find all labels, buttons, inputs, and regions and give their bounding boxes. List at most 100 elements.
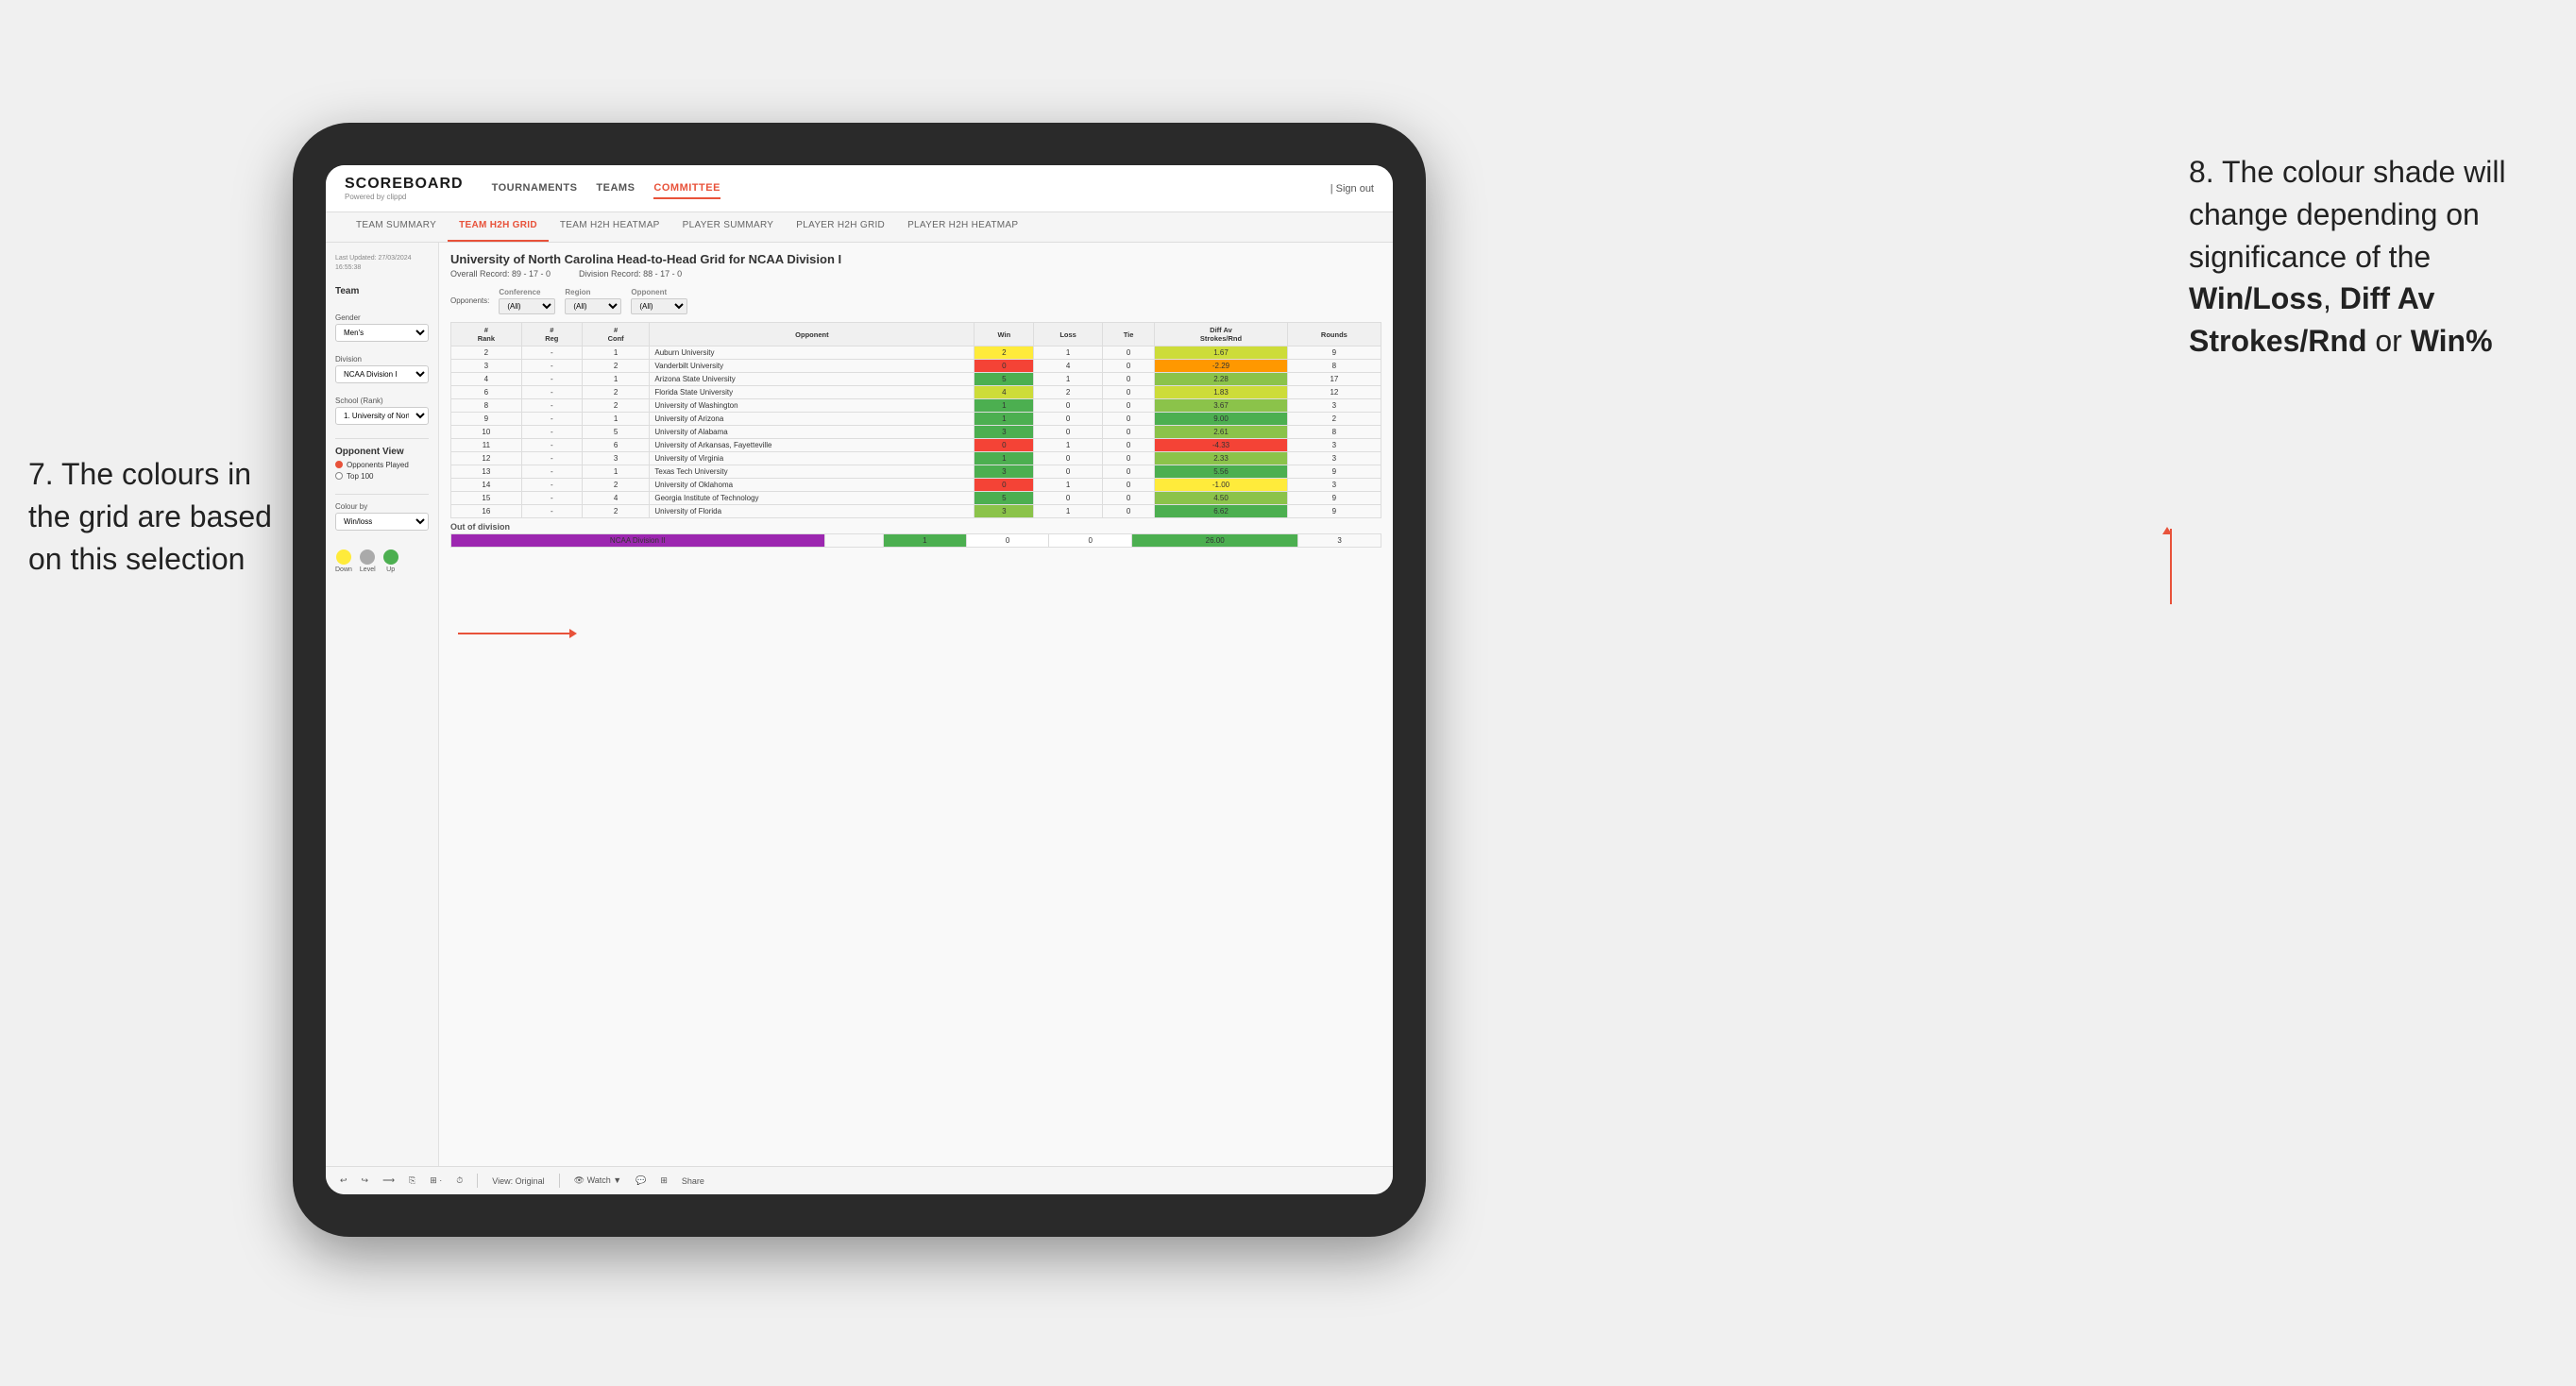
toolbar-share[interactable]: Share (682, 1176, 704, 1186)
table-row: 6 - 2 Florida State University 4 2 0 1.8… (451, 386, 1381, 399)
tab-player-h2h-heatmap[interactable]: PLAYER H2H HEATMAP (896, 212, 1029, 242)
ood-tie: 0 (1049, 534, 1132, 548)
cell-loss: 1 (1034, 479, 1103, 492)
toolbar-separator-2 (559, 1174, 560, 1188)
cell-reg: - (521, 346, 582, 360)
toolbar-comment[interactable]: 💬 (636, 1175, 646, 1186)
radio-opponents-played[interactable]: Opponents Played (335, 461, 429, 469)
nav-items: TOURNAMENTS TEAMS COMMITTEE (492, 178, 1302, 199)
tab-team-h2h-grid[interactable]: TEAM H2H GRID (448, 212, 549, 242)
col-opponent: Opponent (650, 323, 974, 346)
annotation-left: 7. The colours in the grid are based on … (28, 453, 293, 580)
cell-conf: 1 (582, 465, 650, 479)
tab-player-summary[interactable]: PLAYER SUMMARY (671, 212, 786, 242)
cell-team-name: Florida State University (650, 386, 974, 399)
cell-rank: 8 (451, 399, 522, 413)
filter-opponent: Opponent (All) (631, 288, 687, 314)
legend-level-dot (360, 549, 375, 565)
toolbar-grid-icon[interactable]: ⊞ (660, 1175, 668, 1186)
cell-conf: 2 (582, 399, 650, 413)
col-conf: #Conf (582, 323, 650, 346)
cell-reg: - (521, 479, 582, 492)
table-row: 9 - 1 University of Arizona 1 0 0 9.00 2 (451, 413, 1381, 426)
gender-select[interactable]: Men's (335, 324, 429, 342)
cell-win: 3 (974, 426, 1034, 439)
nav-teams[interactable]: TEAMS (596, 178, 635, 199)
region-filter-select[interactable]: (All) (565, 298, 621, 314)
toolbar-forward[interactable]: ⟶ (382, 1175, 395, 1186)
tab-player-h2h-grid[interactable]: PLAYER H2H GRID (785, 212, 896, 242)
conference-filter-select[interactable]: (All) (499, 298, 555, 314)
cell-conf: 5 (582, 426, 650, 439)
cell-loss: 1 (1034, 346, 1103, 360)
opponent-filter-select[interactable]: (All) (631, 298, 687, 314)
cell-tie: 0 (1102, 479, 1154, 492)
tab-team-h2h-heatmap[interactable]: TEAM H2H HEATMAP (549, 212, 671, 242)
col-reg: #Reg (521, 323, 582, 346)
cell-conf: 2 (582, 360, 650, 373)
ood-diff: 26.00 (1132, 534, 1298, 548)
logo-sub: Powered by clippd (345, 193, 406, 201)
cell-tie: 0 (1102, 505, 1154, 518)
cell-loss: 1 (1034, 505, 1103, 518)
cell-win: 1 (974, 452, 1034, 465)
cell-diff: 6.62 (1155, 505, 1288, 518)
logo-area: SCOREBOARD Powered by clippd (345, 176, 464, 201)
school-label: School (Rank) (335, 397, 429, 405)
sub-nav: TEAM SUMMARY TEAM H2H GRID TEAM H2H HEAT… (326, 212, 1393, 243)
cell-team-name: University of Virginia (650, 452, 974, 465)
cell-rank: 3 (451, 360, 522, 373)
cell-reg: - (521, 465, 582, 479)
cell-reg: - (521, 373, 582, 386)
cell-reg: - (521, 399, 582, 413)
cell-win: 3 (974, 505, 1034, 518)
cell-rounds: 3 (1287, 439, 1381, 452)
cell-loss: 2 (1034, 386, 1103, 399)
cell-reg: - (521, 426, 582, 439)
radio-dot-top100 (335, 472, 343, 480)
table-row: 11 - 6 University of Arkansas, Fayettevi… (451, 439, 1381, 452)
data-table: #Rank #Reg #Conf Opponent Win Loss Tie D… (450, 322, 1381, 518)
cell-loss: 0 (1034, 413, 1103, 426)
school-select[interactable]: 1. University of Nort... (335, 407, 429, 425)
cell-diff: 2.61 (1155, 426, 1288, 439)
cell-conf: 1 (582, 373, 650, 386)
ood-spacer (824, 534, 883, 548)
cell-win: 4 (974, 386, 1034, 399)
toolbar-paste[interactable]: ⊞ · (430, 1175, 442, 1186)
out-of-division-label: Out of division (450, 518, 1381, 533)
legend-up-dot (383, 549, 398, 565)
cell-rank: 12 (451, 452, 522, 465)
cell-diff: 3.67 (1155, 399, 1288, 413)
toolbar-view-original[interactable]: View: Original (492, 1176, 544, 1186)
toolbar-undo[interactable]: ↩ (340, 1175, 347, 1186)
toolbar-redo[interactable]: ↪ (362, 1175, 369, 1186)
cell-conf: 4 (582, 492, 650, 505)
annotation-right: 8. The colour shade will change dependin… (2189, 151, 2548, 363)
cell-win: 0 (974, 479, 1034, 492)
nav-tournaments[interactable]: TOURNAMENTS (492, 178, 578, 199)
sidebar-division-section: Division NCAA Division I (335, 355, 429, 383)
nav-committee[interactable]: COMMITTEE (653, 178, 720, 199)
toolbar-clock[interactable]: ⏱ (456, 1175, 463, 1186)
cell-loss: 0 (1034, 399, 1103, 413)
radio-top100[interactable]: Top 100 (335, 472, 429, 481)
cell-rounds: 8 (1287, 426, 1381, 439)
cell-loss: 0 (1034, 426, 1103, 439)
cell-rank: 16 (451, 505, 522, 518)
tab-team-summary[interactable]: TEAM SUMMARY (345, 212, 448, 242)
arrow-right-vertical (2170, 529, 2172, 604)
cell-tie: 0 (1102, 373, 1154, 386)
cell-loss: 0 (1034, 452, 1103, 465)
cell-diff: -2.29 (1155, 360, 1288, 373)
colour-by-select[interactable]: Win/loss (335, 513, 429, 531)
sign-out[interactable]: | Sign out (1330, 183, 1374, 194)
table-row: 8 - 2 University of Washington 1 0 0 3.6… (451, 399, 1381, 413)
division-select[interactable]: NCAA Division I (335, 365, 429, 383)
cell-team-name: Auburn University (650, 346, 974, 360)
toolbar-copy[interactable]: ⎘ (409, 1175, 415, 1186)
cell-reg: - (521, 452, 582, 465)
toolbar-watch[interactable]: 👁 Watch ▼ (574, 1175, 622, 1186)
sidebar-school-section: School (Rank) 1. University of Nort... (335, 397, 429, 425)
cell-diff: 1.67 (1155, 346, 1288, 360)
